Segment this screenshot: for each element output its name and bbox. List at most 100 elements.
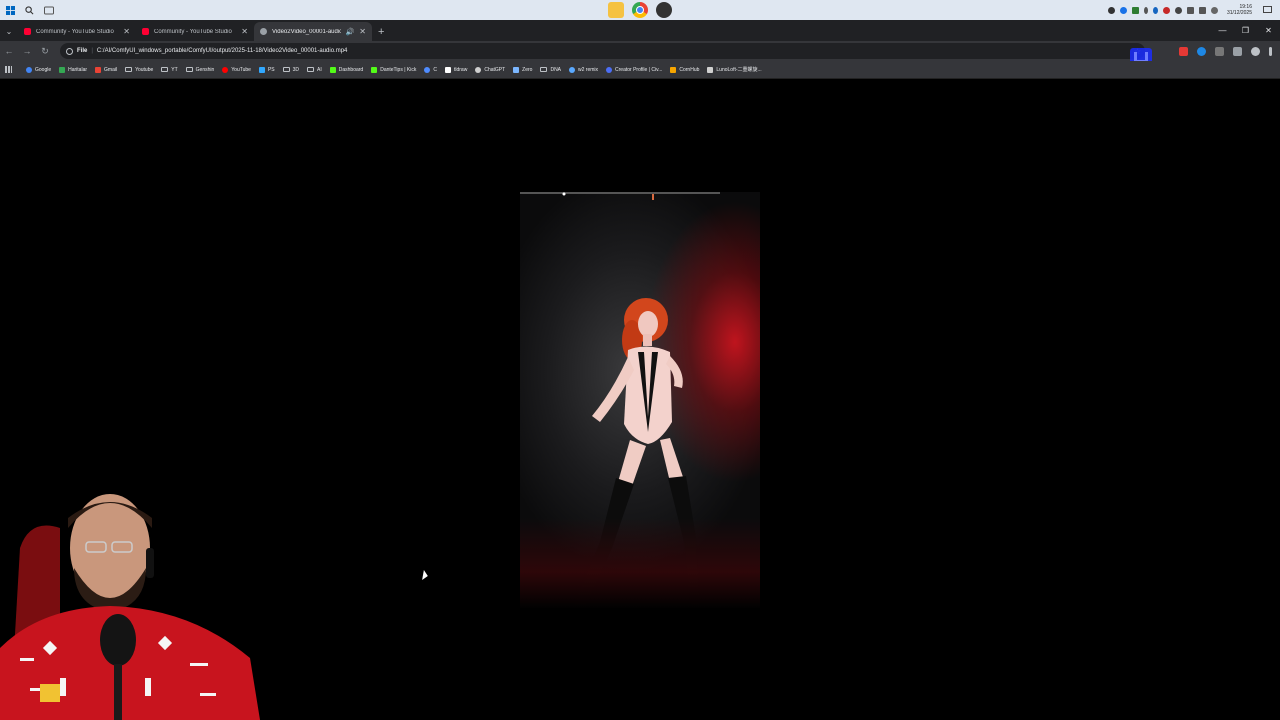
windows-start-icon[interactable] xyxy=(6,5,15,15)
bookmark-chatgpt[interactable]: ChatGPT xyxy=(475,66,506,73)
bookmark-dantetips-kick[interactable]: DanteTips | Kick xyxy=(371,66,416,73)
menu-icon[interactable] xyxy=(1269,46,1272,56)
bookmark-folder-ai[interactable]: AI xyxy=(307,67,322,73)
windows-taskbar: 19:16 31/12/2025 xyxy=(0,0,1280,20)
maps-icon xyxy=(59,66,66,73)
folder-icon xyxy=(125,67,133,72)
stage-floor xyxy=(520,518,760,608)
app-icon[interactable] xyxy=(656,2,672,18)
close-tab-icon[interactable]: ✕ xyxy=(241,27,248,36)
kick-icon xyxy=(371,66,378,73)
extension-icon[interactable] xyxy=(1179,46,1188,56)
bookmark-lunoloft[interactable]: LunoLoft-二重螺旋... xyxy=(707,66,762,73)
folder-icon xyxy=(307,67,315,72)
bookmark-label: AI xyxy=(317,66,322,73)
folder-icon xyxy=(540,67,548,72)
bookmark-label: ChatGPT xyxy=(484,66,506,73)
bookmark-label: 3D xyxy=(292,66,300,73)
bookmark-gmail[interactable]: Gmail xyxy=(95,66,118,73)
video-player[interactable] xyxy=(520,192,760,608)
bookmark-ps[interactable]: PS xyxy=(258,66,275,73)
bookmark-label: Gmail xyxy=(104,66,118,73)
notification-icon[interactable] xyxy=(1263,6,1272,14)
tab-title: Video2Video_00001-audio.mp4 xyxy=(272,28,341,35)
chatgpt-icon xyxy=(475,66,482,73)
close-tab-icon[interactable]: ✕ xyxy=(123,27,130,36)
close-tab-icon[interactable]: ✕ xyxy=(359,27,366,36)
chrome-icon[interactable] xyxy=(632,2,648,18)
back-icon[interactable]: ← xyxy=(0,46,18,56)
address-bar[interactable]: File | C:/AI/ComfyUI_windows_portable/Co… xyxy=(60,43,1145,59)
tab-title: Community - YouTube Studio xyxy=(154,28,232,35)
bookmark-haritalar[interactable]: Haritalar xyxy=(59,66,88,73)
taskbar-clock[interactable]: 19:16 31/12/2025 xyxy=(1227,4,1252,16)
bookmark-tldraw[interactable]: tldraw xyxy=(444,66,467,73)
minimize-icon[interactable]: — xyxy=(1211,20,1234,41)
new-tab-button[interactable]: + xyxy=(378,22,384,41)
bookmark-dashboard[interactable]: Dashboard xyxy=(329,66,364,73)
tray-icon[interactable] xyxy=(1143,6,1148,14)
bookmark-label: Genshin xyxy=(195,66,215,73)
bookmarks-bar: Google Haritalar Gmail Youtube YT Genshi… xyxy=(0,61,1280,79)
bookmark-w2-remix[interactable]: w2 remix xyxy=(569,66,598,73)
tray-icon[interactable] xyxy=(1162,6,1170,14)
tab-video[interactable]: Video2Video_00001-audio.mp4 🔊 ✕ xyxy=(254,22,372,41)
youtube-studio-icon xyxy=(142,28,149,35)
bookmark-label: Zero xyxy=(522,66,533,73)
tray-icon[interactable] xyxy=(1119,6,1127,14)
bookmark-label: Google xyxy=(35,66,52,73)
extensions-area xyxy=(1179,41,1272,61)
tab-youtube-studio-1[interactable]: Community - YouTube Studio ✕ xyxy=(18,22,136,41)
tray-icon[interactable] xyxy=(1107,6,1115,14)
bookmark-google[interactable]: Google xyxy=(26,66,52,73)
bookmark-youtube[interactable]: YouTube xyxy=(222,66,251,73)
remix-icon xyxy=(569,66,576,73)
restore-icon[interactable]: ❐ xyxy=(1234,20,1257,41)
youtube-studio-icon xyxy=(24,28,31,35)
bookmark-label: C xyxy=(433,66,437,73)
site-info-icon[interactable] xyxy=(66,47,73,55)
bookmark-folder-youtube[interactable]: Youtube xyxy=(125,67,153,73)
volume-icon[interactable] xyxy=(1198,6,1206,14)
search-icon[interactable] xyxy=(25,5,34,15)
bluetooth-icon[interactable] xyxy=(1152,6,1158,14)
extension-icon[interactable] xyxy=(1215,46,1224,56)
globe-icon xyxy=(260,28,267,35)
forward-icon[interactable]: → xyxy=(18,46,36,56)
bookmark-label: Dashboard xyxy=(338,66,364,73)
mouse-cursor xyxy=(422,570,429,580)
extensions-puzzle-icon[interactable] xyxy=(1233,46,1242,56)
bookmark-folder-genshin[interactable]: Genshin xyxy=(185,66,215,73)
bookmark-creator-profile[interactable]: Creator Profile | Civ... xyxy=(606,66,663,73)
bookmark-zero[interactable]: Zero xyxy=(513,66,533,73)
civitai-icon xyxy=(606,66,613,73)
tray-icon[interactable] xyxy=(1174,6,1182,14)
c-icon xyxy=(424,66,431,73)
reload-icon[interactable]: ↻ xyxy=(36,46,54,57)
clock-date: 31/12/2025 xyxy=(1226,10,1252,16)
close-window-icon[interactable]: ✕ xyxy=(1257,20,1280,41)
profile-avatar[interactable] xyxy=(1251,46,1260,56)
settings-icon[interactable] xyxy=(1210,6,1218,14)
cornhub-icon xyxy=(670,66,677,73)
tab-youtube-studio-2[interactable]: Community - YouTube Studio ✕ xyxy=(136,22,254,41)
task-view-icon[interactable] xyxy=(44,6,54,15)
bookmark-cornhub[interactable]: CornHub xyxy=(670,66,699,73)
speaker-icon[interactable]: 🔊 xyxy=(346,28,355,36)
zero-icon xyxy=(513,66,520,73)
extension-icon[interactable] xyxy=(1197,46,1206,56)
bookmark-folder-yt[interactable]: YT xyxy=(161,67,178,73)
apps-grid-icon[interactable] xyxy=(5,66,12,73)
bookmark-folder-3d[interactable]: 3D xyxy=(282,66,300,73)
wifi-icon[interactable] xyxy=(1186,6,1194,14)
bookmark-folder-dna[interactable]: DNA xyxy=(540,67,561,73)
bookmark-c[interactable]: C xyxy=(424,66,437,73)
tab-search-icon[interactable]: ⌄ xyxy=(0,22,18,41)
file-chip: File xyxy=(77,48,88,54)
bookmark-label: Creator Profile | Civ... xyxy=(615,66,663,73)
file-explorer-icon[interactable] xyxy=(608,2,624,18)
url-text[interactable]: C:/AI/ComfyUI_windows_portable/ComfyUI/o… xyxy=(97,48,348,54)
tray-icon[interactable] xyxy=(1131,6,1139,14)
bookmark-label: Haritalar xyxy=(68,66,88,73)
folder-icon xyxy=(161,67,169,72)
